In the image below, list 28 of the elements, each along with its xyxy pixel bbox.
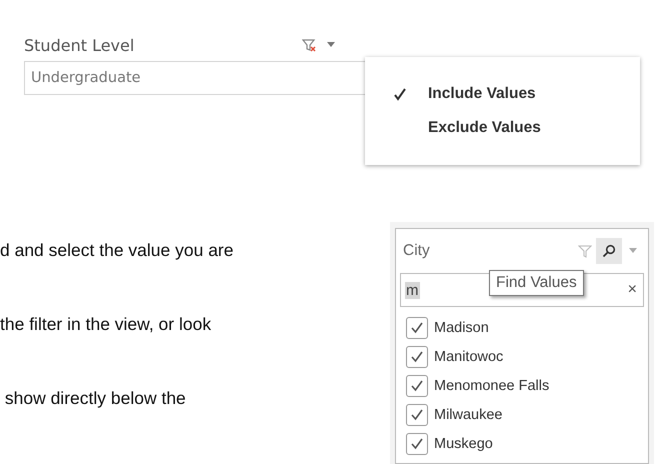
paragraph-text: the filter in the view, or look [0, 313, 212, 336]
list-item-label[interactable]: Milwaukee [434, 406, 502, 422]
list-item-label[interactable]: Muskego [434, 436, 493, 452]
paragraph-text: show directly below the [4, 387, 187, 410]
list-item-label[interactable]: Madison [434, 320, 489, 336]
checkbox[interactable] [406, 346, 428, 368]
filter-title: City [402, 242, 430, 260]
search-button[interactable] [596, 238, 622, 264]
checkmark-icon [410, 320, 424, 334]
checkmark-icon [410, 378, 424, 392]
paragraph-text: d and select the value you are [0, 239, 234, 262]
caret-icon[interactable] [326, 42, 336, 48]
list-item-label[interactable]: Manitowoc [434, 348, 504, 364]
tooltip: Find Values [489, 270, 584, 296]
clear-filter-icon[interactable] [302, 38, 316, 52]
menu-item[interactable]: Exclude Values [393, 116, 640, 140]
checkbox[interactable] [406, 404, 428, 426]
clear-button[interactable]: × [628, 281, 637, 299]
list-item-label[interactable]: Menomonee Falls [434, 378, 550, 394]
checkmark-icon [410, 436, 424, 450]
checkbox[interactable] [406, 316, 428, 338]
checkmark-icon [410, 350, 424, 364]
search-icon [602, 244, 616, 258]
checkmark-icon [410, 408, 424, 422]
filter-title: Student Level [24, 36, 134, 54]
checkbox[interactable] [406, 374, 428, 396]
checkbox[interactable] [406, 432, 428, 454]
menu-item[interactable]: Include Values [393, 82, 640, 106]
